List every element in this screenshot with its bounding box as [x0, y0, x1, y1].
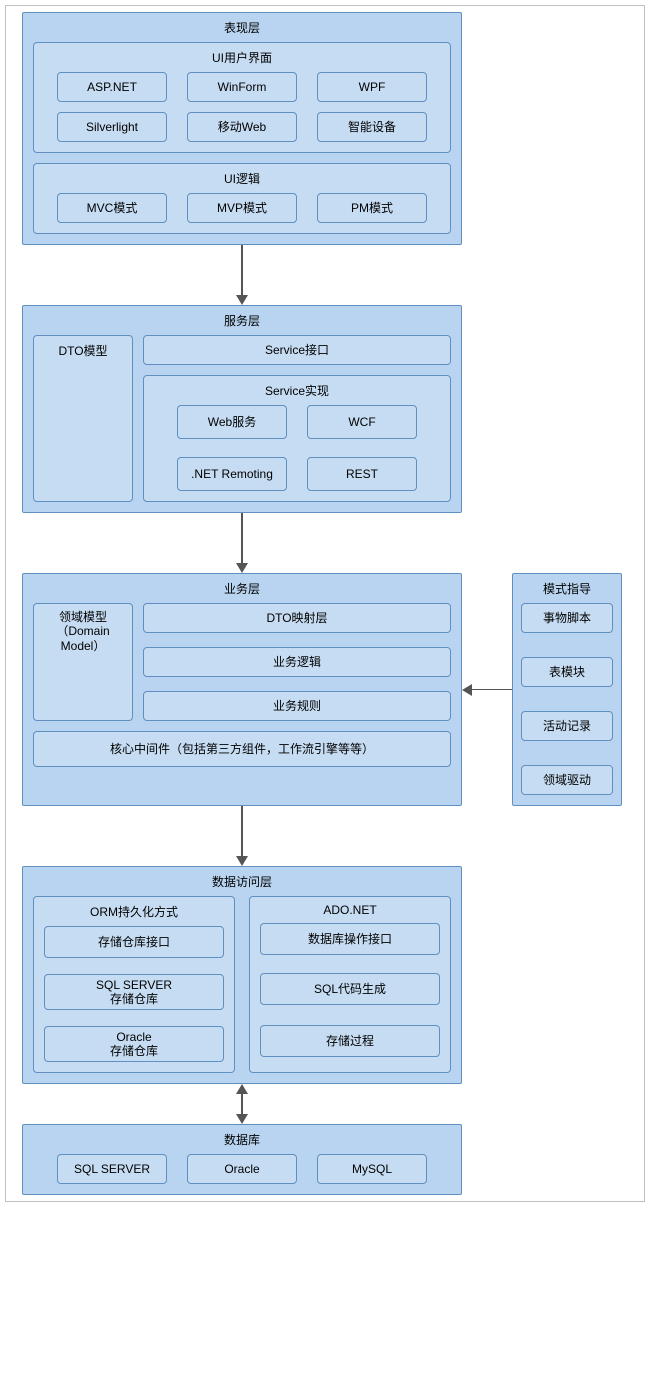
ui-item: 移动Web	[187, 112, 297, 142]
business-layer: 业务层 领域模型（Domain Model） DTO映射层 业务逻辑 业务规则 …	[22, 573, 462, 806]
ui-title: UI用户界面	[44, 49, 440, 66]
arrow-down-icon	[22, 513, 462, 573]
impl-item: Web服务	[177, 405, 287, 439]
arrow-down-icon	[22, 806, 462, 866]
orm-title: ORM持久化方式	[44, 903, 224, 920]
service-impl-title: Service实现	[154, 382, 440, 399]
guide-item: 事物脚本	[521, 603, 613, 633]
orm-item: 存储仓库接口	[44, 926, 224, 958]
ado-item: SQL代码生成	[260, 973, 440, 1005]
service-interface: Service接口	[143, 335, 451, 365]
db-item: SQL SERVER	[57, 1154, 167, 1184]
arrow-left-icon	[462, 684, 512, 696]
middleware: 核心中间件（包括第三方组件，工作流引擎等等）	[33, 731, 451, 767]
ui-item: WPF	[317, 72, 427, 102]
db-title: 数据库	[33, 1131, 451, 1148]
guide-item: 领域驱动	[521, 765, 613, 795]
db-item: Oracle	[187, 1154, 297, 1184]
business-title: 业务层	[33, 580, 451, 597]
ui-item: 智能设备	[317, 112, 427, 142]
orm-item: Oracle 存储仓库	[44, 1026, 224, 1062]
pattern-guide: 模式指导 事物脚本 表模块 活动记录 领域驱动	[512, 573, 622, 806]
service-layer: 服务层 DTO模型 Service接口 Service实现 Web服务 WCF …	[22, 305, 462, 513]
ui-logic-title: UI逻辑	[44, 170, 440, 187]
impl-item: WCF	[307, 405, 417, 439]
guide-item: 活动记录	[521, 711, 613, 741]
logic-item: PM模式	[317, 193, 427, 223]
ui-item: Silverlight	[57, 112, 167, 142]
impl-item: .NET Remoting	[177, 457, 287, 491]
dto-mapping: DTO映射层	[143, 603, 451, 633]
service-impl-panel: Service实现 Web服务 WCF .NET Remoting REST	[143, 375, 451, 502]
ui-logic-panel: UI逻辑 MVC模式 MVP模式 PM模式	[33, 163, 451, 234]
diagram-root: 表现层 UI用户界面 ASP.NET WinForm WPF Silverlig…	[5, 5, 645, 1202]
arrow-updown-icon	[22, 1084, 462, 1124]
business-rules: 业务规则	[143, 691, 451, 721]
ui-item: ASP.NET	[57, 72, 167, 102]
domain-model: 领域模型（Domain Model）	[33, 603, 133, 721]
ado-panel: ADO.NET 数据库操作接口 SQL代码生成 存储过程	[249, 896, 451, 1073]
presentation-layer: 表现层 UI用户界面 ASP.NET WinForm WPF Silverlig…	[22, 12, 462, 245]
ui-panel: UI用户界面 ASP.NET WinForm WPF Silverlight 移…	[33, 42, 451, 153]
ado-title: ADO.NET	[260, 903, 440, 917]
logic-item: MVC模式	[57, 193, 167, 223]
dal-title: 数据访问层	[33, 873, 451, 890]
db-item: MySQL	[317, 1154, 427, 1184]
business-logic: 业务逻辑	[143, 647, 451, 677]
ado-item: 存储过程	[260, 1025, 440, 1057]
database-layer: 数据库 SQL SERVER Oracle MySQL	[22, 1124, 462, 1195]
logic-item: MVP模式	[187, 193, 297, 223]
presentation-title: 表现层	[33, 19, 451, 36]
ado-item: 数据库操作接口	[260, 923, 440, 955]
business-row: 业务层 领域模型（Domain Model） DTO映射层 业务逻辑 业务规则 …	[12, 573, 638, 806]
guide-title: 模式指导	[521, 580, 613, 597]
guide-item: 表模块	[521, 657, 613, 687]
orm-panel: ORM持久化方式 存储仓库接口 SQL SERVER 存储仓库 Oracle 存…	[33, 896, 235, 1073]
orm-item: SQL SERVER 存储仓库	[44, 974, 224, 1010]
ui-item: WinForm	[187, 72, 297, 102]
data-access-layer: 数据访问层 ORM持久化方式 存储仓库接口 SQL SERVER 存储仓库 Or…	[22, 866, 462, 1084]
dto-model: DTO模型	[33, 335, 133, 502]
service-title: 服务层	[33, 312, 451, 329]
arrow-down-icon	[22, 245, 462, 305]
impl-item: REST	[307, 457, 417, 491]
